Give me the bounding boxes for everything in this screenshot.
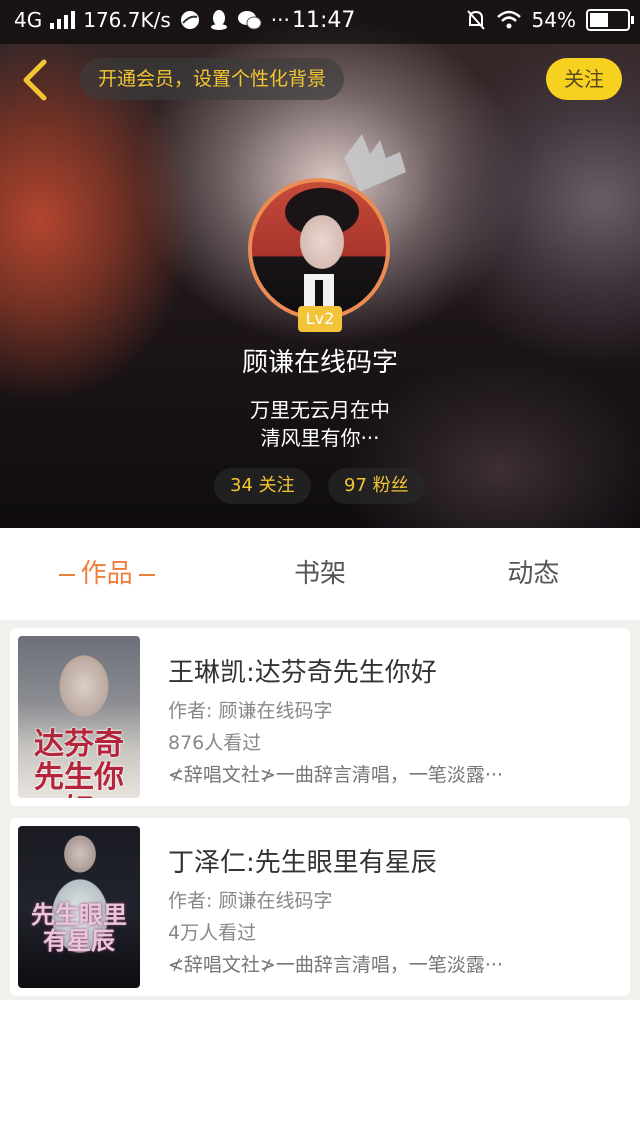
back-arrow-icon	[23, 59, 47, 101]
book-cover-title: 先生眼里有星辰	[31, 900, 127, 956]
tab-bookshelf[interactable]: 书架	[213, 528, 426, 620]
battery-percent: 54%	[531, 8, 576, 32]
book-cover-title: 达芬奇先生你好	[34, 727, 124, 798]
book-card[interactable]: 达芬奇先生你好 王琳凯:达芬奇先生你好 作者: 顾谦在线码字 876人看过 ≮辞…	[10, 628, 630, 806]
status-left: 4G 176.7K/s ···	[14, 8, 290, 32]
book-cover: 先生眼里有星辰	[18, 826, 140, 988]
book-description: ≮辞唱文社≯一曲辞言清唱，一笔淡露···	[168, 954, 503, 976]
book-description: ≮辞唱文社≯一曲辞言清唱，一笔淡露···	[168, 764, 503, 786]
book-title: 丁泽仁:先生眼里有星辰	[168, 848, 437, 878]
level-badge: Lv2	[298, 306, 342, 332]
avatar-photo	[252, 182, 386, 316]
battery-icon	[586, 9, 634, 31]
profile-tabs: 作品 书架 动态	[0, 528, 640, 620]
network-type: 4G	[14, 8, 43, 32]
wifi-icon	[496, 10, 521, 29]
status-time: 11:47	[292, 8, 356, 33]
back-button[interactable]	[18, 58, 54, 102]
wechat-icon	[237, 11, 262, 30]
tab-active-dash-left	[58, 573, 75, 576]
fans-count[interactable]: 97 粉丝	[328, 468, 425, 504]
book-views: 4万人看过	[168, 922, 257, 944]
tab-works-label: 作品	[80, 559, 133, 589]
profile-username: 顾谦在线码字	[241, 348, 398, 378]
following-count[interactable]: 34 关注	[214, 468, 311, 504]
signal-icon	[50, 11, 76, 29]
tab-activity[interactable]: 动态	[427, 528, 640, 620]
browser-icon	[180, 11, 199, 29]
tab-works[interactable]: 作品	[0, 528, 213, 620]
book-cover: 达芬奇先生你好	[18, 636, 140, 798]
profile-bio: 万里无云月在中 清风里有你···	[0, 396, 640, 452]
tab-bookshelf-label: 书架	[293, 559, 346, 589]
qq-icon	[210, 10, 227, 30]
status-bar: 4G 176.7K/s ··· 11:47 54%	[0, 0, 640, 44]
follow-button[interactable]: 关注	[546, 58, 622, 100]
more-notifications-icon: ···	[270, 8, 290, 32]
book-views: 876人看过	[168, 732, 262, 754]
book-author: 作者: 顾谦在线码字	[168, 700, 333, 722]
tab-active-dash-right	[138, 573, 155, 576]
network-speed: 176.7K/s	[83, 8, 171, 32]
status-right: 54%	[466, 8, 634, 32]
vip-background-banner[interactable]: 开通会员，设置个性化背景	[80, 58, 345, 100]
mute-bell-icon	[466, 10, 485, 30]
avatar[interactable]	[248, 178, 390, 320]
tab-activity-label: 动态	[507, 559, 560, 589]
book-title: 王琳凯:达芬奇先生你好	[168, 658, 437, 688]
bio-line-2: 清风里有你···	[260, 426, 380, 450]
book-card[interactable]: 先生眼里有星辰 丁泽仁:先生眼里有星辰 作者: 顾谦在线码字 4万人看过 ≮辞唱…	[10, 818, 630, 996]
bio-line-1: 万里无云月在中	[250, 398, 390, 422]
book-author: 作者: 顾谦在线码字	[168, 890, 333, 912]
profile-screen: 4G 176.7K/s ··· 11:47 54% 开通会员，设置个性化背景 关…	[0, 0, 640, 1138]
